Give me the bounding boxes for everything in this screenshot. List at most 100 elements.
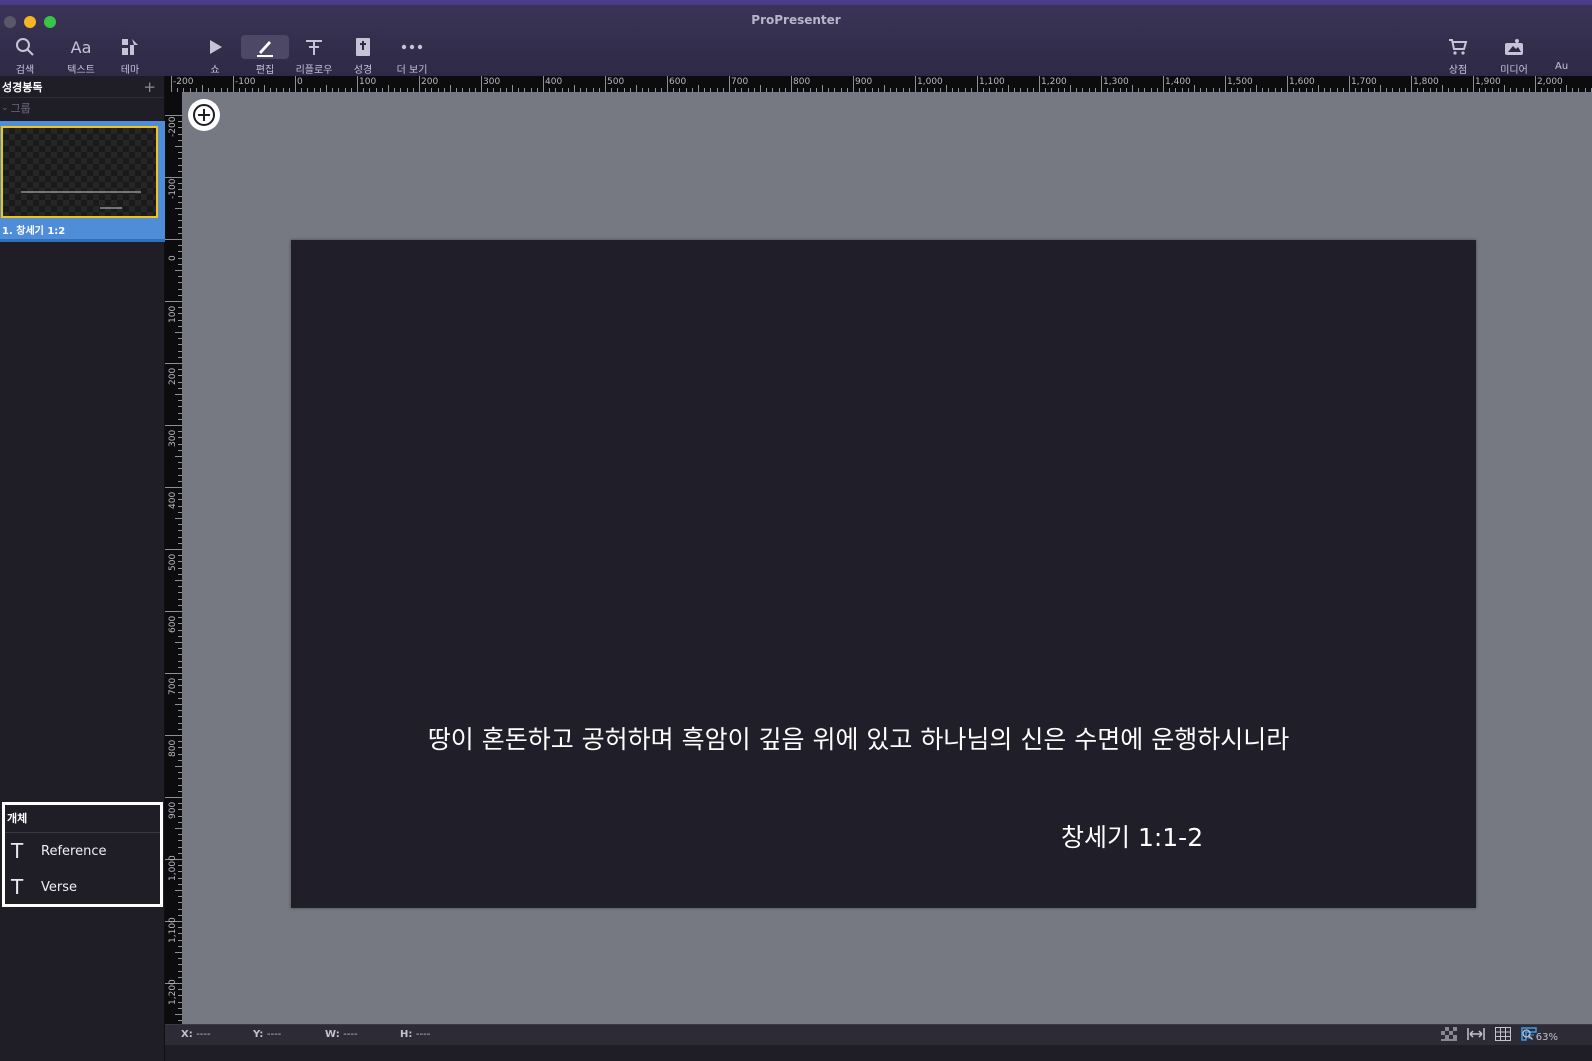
ruler-tick — [165, 239, 182, 240]
group-row[interactable]: ⌄ 그룹 — [0, 98, 164, 118]
ruler-tick — [165, 301, 182, 302]
ruler-tick — [175, 1014, 182, 1015]
h-value: ---- — [415, 1029, 431, 1040]
ruler-tick — [667, 76, 668, 92]
ruler-tick — [636, 85, 637, 92]
ruler-tick — [1039, 76, 1040, 92]
text-button[interactable]: Aa 텍스트 — [56, 35, 106, 77]
ruler-label: 500 — [168, 553, 178, 571]
ruler-label: 1,000 — [917, 77, 943, 87]
horizontal-ruler: -200 -100 0 100 200 300 400 500 600 700 800 900 1,00… — [165, 76, 1592, 92]
ruler-tick — [165, 487, 182, 488]
ruler-tick — [419, 76, 420, 92]
text-object-icon: T — [11, 839, 24, 863]
slide-thumbnail-card[interactable]: 1. 창세기 1:2 — [0, 121, 165, 242]
add-object-button[interactable] — [188, 99, 220, 131]
ruler-tick — [326, 85, 327, 92]
ruler-tick — [605, 76, 606, 92]
ellipsis-icon — [400, 35, 424, 59]
ruler-tick — [1256, 85, 1257, 92]
object-name: Verse — [41, 879, 77, 895]
ruler-label: -200 — [173, 77, 194, 87]
ruler-tick — [264, 85, 265, 92]
chevron-down-icon: ⌄ — [1, 103, 9, 113]
ruler-tick — [165, 673, 182, 674]
slide-thumbnail — [1, 126, 158, 218]
ruler-tick — [165, 425, 182, 426]
audio-button[interactable]: Au — [1545, 35, 1592, 77]
ruler-label: -100 — [168, 178, 178, 199]
slide-preview[interactable]: 땅이 혼돈하고 공허하며 흑암이 깊음 위에 있고 하나님의 신은 수면에 운행… — [291, 240, 1476, 908]
ruler-tick — [698, 85, 699, 92]
ruler-tick — [512, 85, 513, 92]
reflow-label: 리플로우 — [295, 65, 333, 76]
theme-button[interactable]: 테마 — [105, 35, 155, 77]
object-item-verse[interactable]: T Verse — [5, 869, 160, 905]
ruler-tick — [295, 76, 296, 92]
reflow-button[interactable]: 리플로우 — [289, 35, 339, 77]
ruler-tick — [165, 797, 182, 798]
ruler-tick — [175, 828, 182, 829]
ruler-tick — [822, 85, 823, 92]
w-value: ---- — [343, 1029, 358, 1040]
magnifier-icon — [1521, 1029, 1536, 1043]
group-label: 그룹 — [10, 102, 31, 115]
theme-icon — [120, 35, 140, 59]
ruler-tick — [175, 208, 182, 209]
bible-button[interactable]: 성경 — [338, 35, 388, 77]
bible-icon — [354, 35, 372, 59]
cart-icon — [1448, 35, 1468, 59]
reference-text-box[interactable]: 창세기 1:1-2 — [1061, 818, 1203, 854]
y-readout: Y: ---- — [253, 1029, 281, 1040]
search-icon — [15, 35, 35, 59]
media-label: 미디어 — [1500, 65, 1528, 76]
media-button[interactable]: 미디어 — [1489, 35, 1539, 77]
checkerboard-icon[interactable] — [1441, 1027, 1457, 1044]
ruler-tick — [1535, 76, 1536, 92]
fit-width-icon[interactable] — [1467, 1027, 1485, 1044]
plus-circle-icon — [193, 104, 215, 126]
ruler-label: 1,900 — [1475, 77, 1501, 87]
ruler-label: 200 — [421, 77, 439, 87]
objects-panel: 개체 T Reference T Verse — [2, 802, 163, 907]
store-button[interactable]: 상점 — [1433, 35, 1483, 77]
zoom-control[interactable]: 63% — [1521, 1029, 1558, 1043]
ruler-tick — [175, 952, 182, 953]
ruler-label: 900 — [168, 801, 178, 819]
ruler-tick — [1473, 76, 1474, 92]
edit-button[interactable]: 편집 — [240, 35, 290, 77]
ruler-tick — [1380, 85, 1381, 92]
ruler-tick — [1349, 76, 1350, 92]
ruler-tick — [175, 580, 182, 581]
ruler-label: 400 — [545, 77, 563, 87]
ruler-label: -200 — [168, 116, 178, 137]
ruler-label: 600 — [669, 77, 687, 87]
ruler-tick — [233, 76, 234, 92]
ruler-tick — [165, 363, 182, 364]
ruler-label: 2,000 — [1537, 77, 1563, 87]
playlist-title: 성경봉독 — [2, 80, 43, 94]
search-label: 검색 — [15, 65, 35, 76]
ruler-label: 100 — [359, 77, 377, 87]
show-button[interactable]: 쇼 — [190, 35, 240, 77]
search-button[interactable]: 검색 — [0, 35, 50, 77]
grid-icon[interactable] — [1495, 1027, 1511, 1044]
ruler-label: 700 — [731, 77, 749, 87]
thumbnail-reference-text — [100, 207, 122, 209]
ruler-tick — [1442, 85, 1443, 92]
ruler-tick — [175, 394, 182, 395]
verse-text-box[interactable]: 땅이 혼돈하고 공허하며 흑암이 깊음 위에 있고 하나님의 신은 수면에 운행… — [291, 720, 1426, 756]
y-label: Y: — [253, 1029, 264, 1040]
ruler-label: 1,500 — [1227, 77, 1253, 87]
ruler-label: 200 — [168, 367, 178, 385]
status-bar: X: ---- Y: ---- W: ---- H: ---- 63% — [165, 1024, 1592, 1045]
ruler-label: 1,200 — [1041, 77, 1067, 87]
ruler-tick — [1225, 76, 1226, 92]
more-button[interactable]: 더 보기 — [387, 35, 437, 77]
w-label: W: — [325, 1029, 340, 1040]
add-icon[interactable]: + — [143, 78, 156, 96]
ruler-label: 300 — [168, 429, 178, 447]
ruler-tick — [791, 76, 792, 92]
object-item-reference[interactable]: T Reference — [5, 833, 160, 869]
ruler-label: 0 — [168, 255, 178, 261]
